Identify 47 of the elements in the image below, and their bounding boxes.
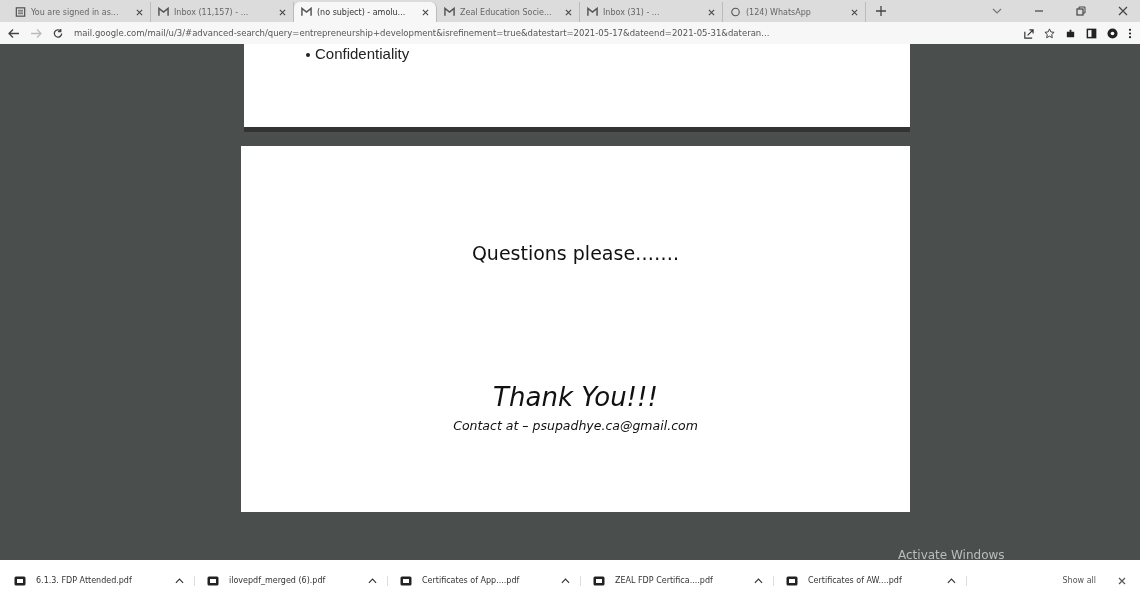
new-tab-icon[interactable] [876,6,886,16]
envelope-icon [301,7,312,17]
file-icon [207,575,219,586]
file-icon [593,575,605,586]
reload-icon[interactable] [52,27,64,39]
file-icon [400,575,412,586]
star-icon[interactable] [1044,27,1055,39]
thank-you-text: Thank You!!! [493,382,658,412]
chat-icon [730,7,741,17]
envelope-icon [158,7,169,17]
close-icon[interactable] [422,8,429,16]
envelope-icon [587,7,598,17]
download-item[interactable]: Certificates of App....pdf [400,575,581,586]
close-icon[interactable] [136,8,143,16]
menu-icon[interactable] [1128,27,1132,39]
document-icon [15,7,26,17]
close-icon[interactable] [1118,6,1128,16]
restore-icon[interactable] [1076,6,1086,16]
file-icon [14,575,26,586]
caret-icon[interactable] [368,577,377,584]
download-item[interactable]: ZEAL FDP Certifica....pdf [593,575,774,586]
envelope-icon [444,7,455,17]
bullet-label: Confidentiality [315,45,410,62]
download-item[interactable]: Certificates of AW....pdf [786,575,967,586]
slide-heading: Questions please……. [471,242,680,264]
sidebar-icon[interactable] [1086,27,1097,39]
back-icon[interactable] [8,27,20,39]
download-item[interactable]: 6.1.3. FDP Attended.pdf [14,575,195,586]
avatar-icon[interactable] [1107,27,1118,39]
show-all-button[interactable]: Show all [1056,575,1102,586]
close-icon[interactable] [279,8,286,16]
contact-text: Contact at – psupadhye.ca@gmail.com [453,418,698,433]
close-icon[interactable] [851,8,858,16]
caret-icon[interactable] [561,577,570,584]
caret-icon[interactable] [947,577,956,584]
browser-tab[interactable]: (no subject) - amolu... [294,2,437,22]
activation-notice: Activate Windows [898,548,1005,562]
close-icon[interactable] [565,8,572,16]
close-icon[interactable] [708,8,715,16]
download-item[interactable]: ilovepdf_merged (6).pdf [207,575,388,586]
chevron-icon[interactable] [992,6,1002,16]
close-icon[interactable] [1118,576,1126,585]
bullet-icon [306,53,310,58]
caret-icon[interactable] [754,577,763,584]
caret-icon[interactable] [175,577,184,584]
share-icon[interactable] [1023,27,1034,39]
file-icon [786,575,798,586]
